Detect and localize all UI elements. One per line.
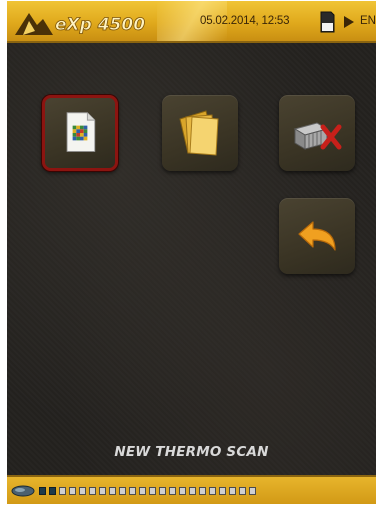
new-thermo-scan-button[interactable] [42, 95, 118, 171]
progress-segment [169, 487, 176, 495]
sd-card-icon [320, 11, 335, 33]
progress-segment [249, 487, 256, 495]
progress-segment [219, 487, 226, 495]
status-label: NEW THERMO SCAN [114, 444, 269, 460]
progress-segment [39, 487, 46, 495]
progress-segment [179, 487, 186, 495]
device-screen: eXp 4500 05.02.2014, 12:53 EN NEW THERMO… [7, 1, 376, 504]
delete-button[interactable] [279, 95, 355, 171]
progress-segment [59, 487, 66, 495]
progress-segment [69, 487, 76, 495]
progress-segment [49, 487, 56, 495]
delete-icon [293, 122, 342, 150]
datetime-display: 05.02.2014, 12:53 [200, 15, 290, 27]
files-icon [179, 110, 219, 156]
progress-segments [39, 487, 256, 497]
battery-icon [11, 485, 35, 497]
back-arrow-icon [298, 221, 336, 251]
progress-segment [139, 487, 146, 495]
progress-segment [109, 487, 116, 495]
progress-segment [189, 487, 196, 495]
progress-segment [89, 487, 96, 495]
progress-segment [99, 487, 106, 495]
progress-segment [119, 487, 126, 495]
language-indicator[interactable]: EN [360, 15, 376, 27]
header-bar: eXp 4500 05.02.2014, 12:53 EN [7, 1, 376, 43]
progress-segment [149, 487, 156, 495]
progress-segment [229, 487, 236, 495]
progress-segment [239, 487, 246, 495]
main-area: NEW THERMO SCAN [7, 43, 376, 475]
scan-document-icon [66, 112, 96, 152]
open-files-button[interactable] [162, 95, 238, 171]
progress-segment [209, 487, 216, 495]
back-button[interactable] [279, 198, 355, 274]
progress-segment [129, 487, 136, 495]
brand-text: eXp 4500 [55, 15, 145, 35]
footer-bar [7, 475, 376, 504]
brand-logo: eXp 4500 [15, 13, 146, 35]
progress-segment [159, 487, 166, 495]
play-icon[interactable] [343, 15, 355, 29]
progress-segment [79, 487, 86, 495]
progress-segment [199, 487, 206, 495]
